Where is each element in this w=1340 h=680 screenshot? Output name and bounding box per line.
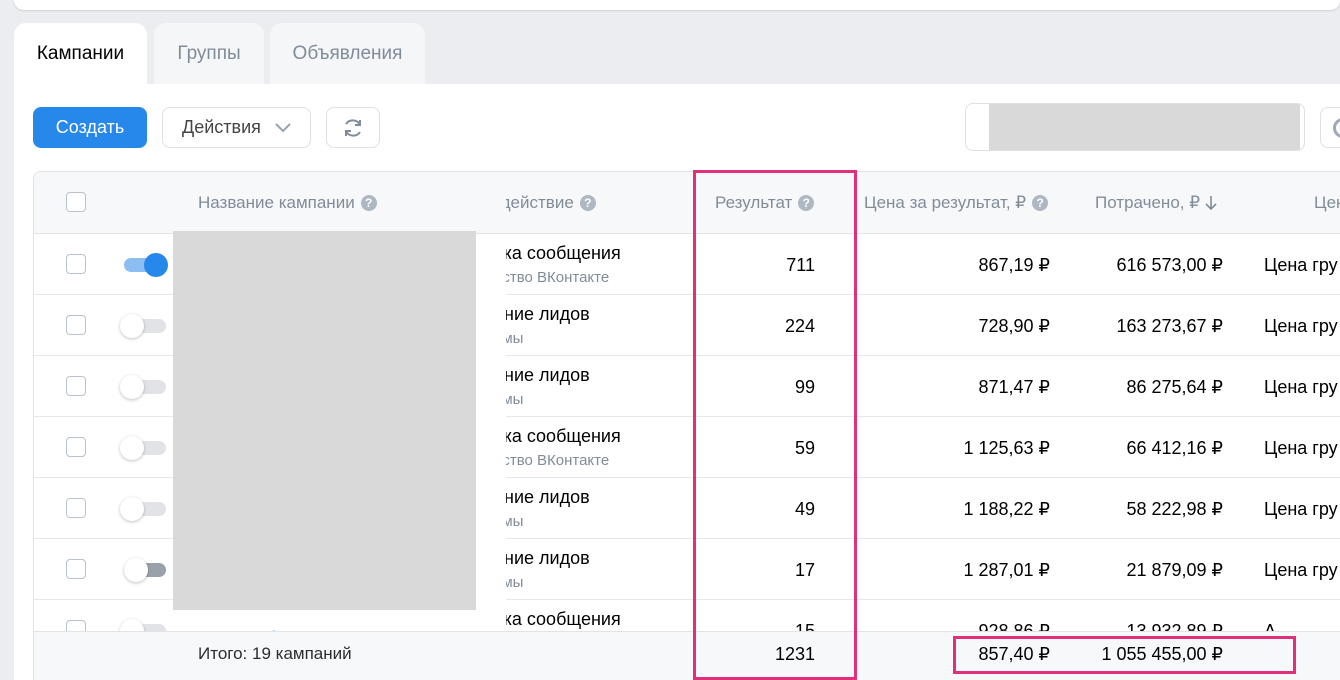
target-action: вка сообщения bbox=[494, 609, 621, 629]
price-per-result-value: 728,90 ₽ bbox=[978, 316, 1050, 336]
header-price-per-result[interactable]: Цена за результат, ₽? bbox=[864, 172, 1049, 234]
refresh-icon bbox=[345, 118, 361, 137]
spent-value: 86 275,64 ₽ bbox=[1126, 377, 1223, 397]
bid-strategy: Цена гру bbox=[1264, 316, 1338, 336]
row-checkbox[interactable] bbox=[66, 437, 86, 457]
target-action-sub: ество ВКонтакте bbox=[494, 452, 610, 469]
campaigns-table: ре действие? Результат? Цена за результа… bbox=[33, 171, 1340, 680]
create-button[interactable]: Создать bbox=[33, 107, 147, 148]
select-all-checkbox[interactable] bbox=[66, 192, 86, 212]
table-footer: Итого: 19 кампаний 1231 857,40 ₽ 1 055 4… bbox=[34, 631, 1340, 680]
result-value: 49 bbox=[794, 499, 815, 519]
price-per-result-value: 1 188,22 ₽ bbox=[963, 499, 1050, 519]
target-action: ение лидов bbox=[494, 487, 590, 507]
result-value: 224 bbox=[784, 316, 815, 336]
spent-value: 58 222,98 ₽ bbox=[1126, 499, 1223, 519]
header-bid[interactable]: Цен bbox=[1314, 172, 1340, 234]
price-per-result-value: 871,47 ₽ bbox=[978, 377, 1050, 397]
row-checkbox[interactable] bbox=[66, 376, 86, 396]
bid-strategy: Цена гру bbox=[1264, 438, 1338, 458]
price-per-result-value: 1 125,63 ₽ bbox=[963, 438, 1050, 458]
target-action: ение лидов bbox=[494, 365, 590, 385]
help-icon[interactable]: ? bbox=[1032, 195, 1049, 211]
actions-label: Действия bbox=[182, 117, 261, 137]
status-toggle[interactable] bbox=[124, 253, 168, 277]
tab-groups[interactable]: Группы bbox=[154, 23, 264, 85]
redacted-area bbox=[989, 104, 1300, 150]
spent-value: 616 573,00 ₽ bbox=[1116, 255, 1223, 275]
target-action: ение лидов bbox=[494, 304, 590, 324]
result-value: 711 bbox=[786, 255, 815, 275]
redacted-names bbox=[173, 231, 476, 610]
status-toggle[interactable] bbox=[124, 558, 166, 582]
sort-arrow-down-icon bbox=[1205, 196, 1217, 211]
target-action: вка сообщения bbox=[494, 243, 621, 263]
gear-icon bbox=[1333, 118, 1340, 138]
bid-strategy: Цена гру bbox=[1264, 255, 1338, 275]
toggle-knob bbox=[144, 253, 168, 277]
actions-dropdown[interactable]: Действия bbox=[162, 107, 311, 148]
toggle-knob bbox=[120, 314, 144, 338]
status-toggle[interactable] bbox=[120, 314, 166, 338]
total-spent: 1 055 455,00 ₽ bbox=[1101, 644, 1223, 664]
result-value: 99 bbox=[794, 377, 815, 397]
header-spent[interactable]: Потрачено, ₽ bbox=[1095, 172, 1217, 234]
result-value: 17 bbox=[794, 560, 815, 580]
top-card bbox=[14, 0, 1340, 10]
header-name[interactable]: Название кампании? bbox=[198, 172, 377, 234]
status-toggle[interactable] bbox=[120, 436, 166, 460]
refresh-button[interactable] bbox=[326, 107, 380, 148]
price-per-result-value: 867,19 ₽ bbox=[978, 255, 1050, 275]
help-icon[interactable]: ? bbox=[579, 195, 596, 211]
row-checkbox[interactable] bbox=[66, 315, 86, 335]
price-per-result-value: 1 287,01 ₽ bbox=[963, 560, 1050, 580]
tab-campaigns[interactable]: Кампании bbox=[14, 23, 147, 85]
toggle-knob bbox=[120, 497, 144, 521]
spent-value: 163 273,67 ₽ bbox=[1116, 316, 1223, 336]
bid-strategy: Цена гру bbox=[1264, 377, 1338, 397]
row-checkbox[interactable] bbox=[66, 498, 86, 518]
toggle-knob bbox=[120, 375, 144, 399]
total-price: 857,40 ₽ bbox=[978, 644, 1050, 664]
help-icon[interactable]: ? bbox=[360, 195, 377, 211]
total-label: Итого: 19 кампаний bbox=[198, 644, 352, 663]
status-toggle[interactable] bbox=[120, 375, 166, 399]
status-toggle[interactable] bbox=[120, 497, 166, 521]
toggle-knob bbox=[124, 558, 148, 582]
spent-value: 21 879,09 ₽ bbox=[1126, 560, 1223, 580]
bid-strategy: Цена гру bbox=[1264, 560, 1338, 580]
spent-value: 66 412,16 ₽ bbox=[1126, 438, 1223, 458]
name-column-edge bbox=[476, 234, 506, 631]
result-value: 59 bbox=[794, 438, 815, 458]
target-action: вка сообщения bbox=[494, 426, 621, 446]
chevron-down-icon bbox=[275, 122, 291, 132]
name-column-header: Название кампании? bbox=[174, 172, 506, 234]
row-checkbox[interactable] bbox=[66, 559, 86, 579]
header-result[interactable]: Результат? bbox=[715, 172, 815, 234]
total-result: 1231 bbox=[774, 644, 815, 664]
target-action-sub: ество ВКонтакте bbox=[494, 269, 610, 286]
search-input[interactable] bbox=[965, 103, 1305, 151]
settings-button[interactable] bbox=[1320, 107, 1340, 148]
help-icon[interactable]: ? bbox=[798, 195, 815, 211]
toggle-knob bbox=[120, 436, 144, 460]
bid-strategy: Цена гру bbox=[1264, 499, 1338, 519]
target-action: ение лидов bbox=[494, 548, 590, 568]
row-checkbox[interactable] bbox=[66, 254, 86, 274]
tab-ads[interactable]: Объявления bbox=[270, 23, 425, 85]
